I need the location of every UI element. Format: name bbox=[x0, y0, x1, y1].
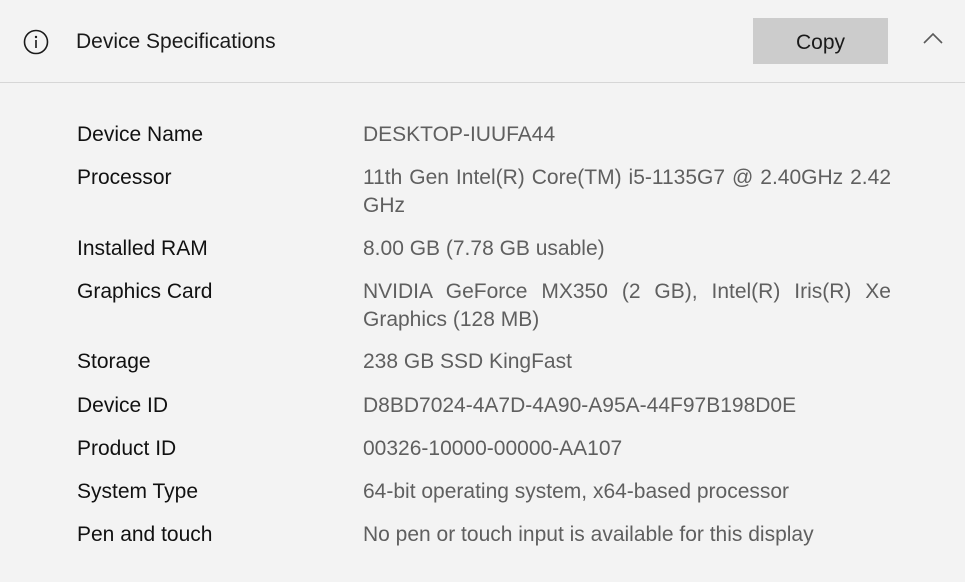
copy-button[interactable]: Copy bbox=[753, 18, 888, 64]
spec-value: NVIDIA GeForce MX350 (2 GB), Intel(R) Ir… bbox=[363, 280, 891, 331]
spec-label: Storage bbox=[77, 350, 151, 373]
spec-value: DESKTOP-IUUFA44 bbox=[363, 123, 556, 146]
info-icon bbox=[23, 29, 49, 55]
spec-value: 00326-10000-00000-AA107 bbox=[363, 437, 623, 460]
spec-value: No pen or touch input is available for t… bbox=[363, 523, 814, 546]
spec-label: Product ID bbox=[77, 437, 177, 460]
spec-value: D8BD7024-4A7D-4A90-A95A-44F97B198D0E bbox=[363, 394, 797, 417]
spec-label: Processor bbox=[77, 166, 172, 189]
spec-label: Pen and touch bbox=[77, 523, 213, 546]
chevron-up-icon[interactable] bbox=[920, 28, 946, 48]
device-specifications-panel: Device Specifications Copy Device Name DE… bbox=[0, 0, 965, 582]
spec-label: Device ID bbox=[77, 394, 169, 417]
spec-label: Installed RAM bbox=[77, 237, 208, 260]
spec-value: 64-bit operating system, x64-based proce… bbox=[363, 480, 790, 503]
spec-value: 238 GB SSD KingFast bbox=[363, 350, 572, 373]
spec-value: 11th Gen Intel(R) Core(TM) i5-1135G7 @ 2… bbox=[363, 166, 891, 217]
spec-value: 8.00 GB (7.78 GB usable) bbox=[363, 237, 605, 260]
spec-label: Graphics Card bbox=[77, 280, 213, 303]
spec-label: System Type bbox=[77, 480, 198, 503]
spec-label: Device Name bbox=[77, 123, 204, 146]
section-title: Device Specifications bbox=[76, 30, 276, 53]
section-header[interactable]: Device Specifications Copy bbox=[0, 0, 965, 83]
